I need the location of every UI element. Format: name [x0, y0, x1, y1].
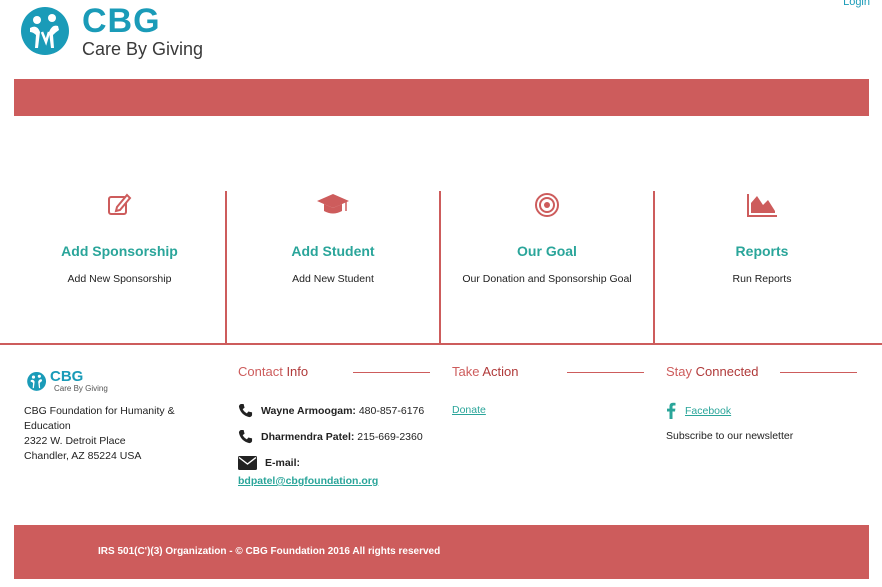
target-icon [535, 193, 559, 217]
graduation-cap-icon [317, 194, 349, 214]
copyright-text: IRS 501(C')(3) Organization - © CBG Foun… [98, 546, 441, 557]
copyright-bar: IRS 501(C')(3) Organization - © CBG Foun… [14, 525, 869, 579]
feature-add-student[interactable]: Add Student Add New Student [227, 191, 441, 343]
logo-subtitle: Care By Giving [82, 39, 204, 59]
contact-rule [353, 372, 430, 373]
area-chart-icon [747, 194, 777, 217]
feature-desc: Add New Sponsorship [67, 273, 172, 285]
footer-address: CBG Foundation for Humanity & Education … [24, 404, 194, 464]
donate-link[interactable]: Donate [452, 404, 486, 416]
feature-reports[interactable]: Reports Run Reports [655, 191, 869, 343]
footer-logo-title: CBG [50, 368, 84, 385]
person2-name: Dharmendra Patel: [261, 430, 355, 443]
contact-heading-prefix: Contact [238, 364, 283, 379]
connected-heading: Stay Connected [666, 364, 759, 379]
facebook-icon [667, 402, 676, 419]
logo-emblem-icon [21, 7, 69, 55]
feature-our-goal[interactable]: Our Goal Our Donation and Sponsorship Go… [441, 191, 655, 343]
connected-rule [780, 372, 857, 373]
contact-heading: Contact Info [238, 364, 308, 379]
subscribe-text: Subscribe to our newsletter [666, 430, 794, 442]
email-link[interactable]: bdpatel@cbgfoundation.org [238, 475, 378, 487]
header: CBG Care By Giving Login [0, 0, 882, 78]
feature-title[interactable]: Our Goal [441, 243, 653, 259]
phone-icon [238, 403, 253, 418]
person1-phone[interactable]: 480-857-6176 [359, 405, 424, 417]
contact-person1: Wayne Armoogam: 480-857-6176 [238, 403, 424, 418]
action-heading: Take Action [452, 364, 519, 379]
feature-title[interactable]: Reports [655, 243, 869, 259]
nav-bar [14, 79, 869, 116]
feature-add-sponsorship[interactable]: Add Sponsorship Add New Sponsorship [14, 191, 227, 343]
edit-icon [107, 193, 131, 215]
facebook-link[interactable]: Facebook [666, 402, 731, 419]
footer-logo[interactable]: CBG Care By Giving [26, 368, 126, 396]
person2-phone[interactable]: 215-669-2360 [357, 431, 422, 443]
connected-heading-accent: Connected [695, 364, 759, 379]
connected-heading-prefix: Stay [666, 364, 693, 379]
contact-heading-accent: Info [286, 364, 309, 379]
feature-desc: Run Reports [732, 273, 792, 285]
org-name: CBG Foundation for Humanity & Education [24, 405, 175, 432]
address-line2: Chandler, AZ 85224 USA [24, 450, 142, 462]
facebook-label: Facebook [685, 404, 732, 417]
phone-icon [238, 429, 253, 444]
cbg-logo[interactable]: CBG Care By Giving [18, 2, 228, 59]
feature-title[interactable]: Add Sponsorship [14, 243, 225, 259]
footer-logo-emblem-icon [27, 371, 47, 391]
action-heading-accent: Action [482, 364, 519, 379]
footer-divider [0, 343, 882, 345]
feature-desc: Our Donation and Sponsorship Goal [462, 273, 632, 285]
contact-person2: Dharmendra Patel: 215-669-2360 [238, 429, 423, 444]
footer-logo-subtitle: Care By Giving [54, 384, 108, 393]
email-label: E-mail: [265, 457, 301, 469]
action-heading-prefix: Take [452, 364, 480, 379]
action-rule [567, 372, 644, 373]
logo-title: CBG [82, 2, 161, 40]
person1-name: Wayne Armoogam: [261, 404, 356, 417]
address-line1: 2322 W. Detroit Place [24, 435, 126, 447]
contact-email-label-row: E-mail: [238, 456, 300, 470]
feature-row: Add Sponsorship Add New Sponsorship Add … [14, 191, 869, 343]
login-link[interactable]: Login [843, 0, 870, 8]
envelope-icon [238, 456, 257, 470]
feature-title[interactable]: Add Student [227, 243, 439, 259]
feature-desc: Add New Student [292, 273, 374, 285]
